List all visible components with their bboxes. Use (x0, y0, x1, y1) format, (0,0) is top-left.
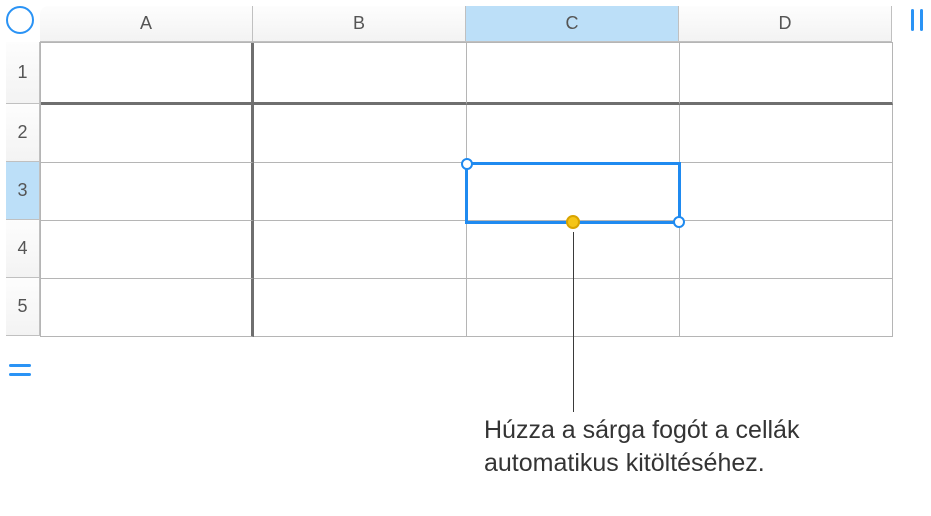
row-header-2[interactable]: 2 (6, 104, 40, 162)
cell-C2[interactable] (467, 105, 680, 163)
table-row (41, 279, 893, 337)
table-row (41, 221, 893, 279)
column-header-label: C (566, 13, 579, 34)
row-header-1[interactable]: 1 (6, 42, 40, 104)
cell-B4[interactable] (254, 221, 467, 279)
cell-D3[interactable] (680, 163, 893, 221)
column-header-label: A (140, 13, 152, 34)
cell-A4[interactable] (41, 221, 254, 279)
row-header-3[interactable]: 3 (6, 162, 40, 220)
cell-A5[interactable] (41, 279, 254, 337)
cell-grid (40, 42, 893, 337)
cell-A1[interactable] (41, 43, 254, 105)
cell-B1[interactable] (254, 43, 467, 105)
cell-B5[interactable] (254, 279, 467, 337)
cell-D5[interactable] (680, 279, 893, 337)
cell-C3[interactable] (467, 163, 680, 221)
column-header-label: B (353, 13, 365, 34)
cell-C1[interactable] (467, 43, 680, 105)
cell-A3[interactable] (41, 163, 254, 221)
column-header-D[interactable]: D (679, 6, 892, 42)
cell-D2[interactable] (680, 105, 893, 163)
table-row (41, 105, 893, 163)
cell-B3[interactable] (254, 163, 467, 221)
column-header-label: D (779, 13, 792, 34)
cell-D1[interactable] (680, 43, 893, 105)
row-header-col: 1 2 3 4 5 (6, 42, 40, 336)
callout-text: Húzza a sárga fogót a cellák automatikus… (484, 414, 824, 479)
row-header-5[interactable]: 5 (6, 278, 40, 336)
select-all-corner[interactable] (6, 6, 34, 34)
callout-leader-line (573, 232, 574, 412)
callout-label: Húzza a sárga fogót a cellák automatikus… (484, 416, 799, 477)
add-column-handle-icon[interactable] (905, 6, 929, 34)
row-header-4[interactable]: 4 (6, 220, 40, 278)
table-row (41, 43, 893, 105)
add-row-handle-icon[interactable] (6, 358, 34, 382)
row-header-label: 3 (17, 180, 27, 201)
column-header-A[interactable]: A (40, 6, 253, 42)
row-header-label: 5 (17, 296, 27, 317)
cell-B2[interactable] (254, 105, 467, 163)
row-header-label: 2 (17, 122, 27, 143)
cell-D4[interactable] (680, 221, 893, 279)
cell-A2[interactable] (41, 105, 254, 163)
column-header-row: A B C D (40, 6, 892, 42)
table-row (41, 163, 893, 221)
row-header-label: 1 (17, 62, 27, 83)
row-header-label: 4 (17, 238, 27, 259)
column-header-B[interactable]: B (253, 6, 466, 42)
column-header-C[interactable]: C (466, 6, 679, 42)
